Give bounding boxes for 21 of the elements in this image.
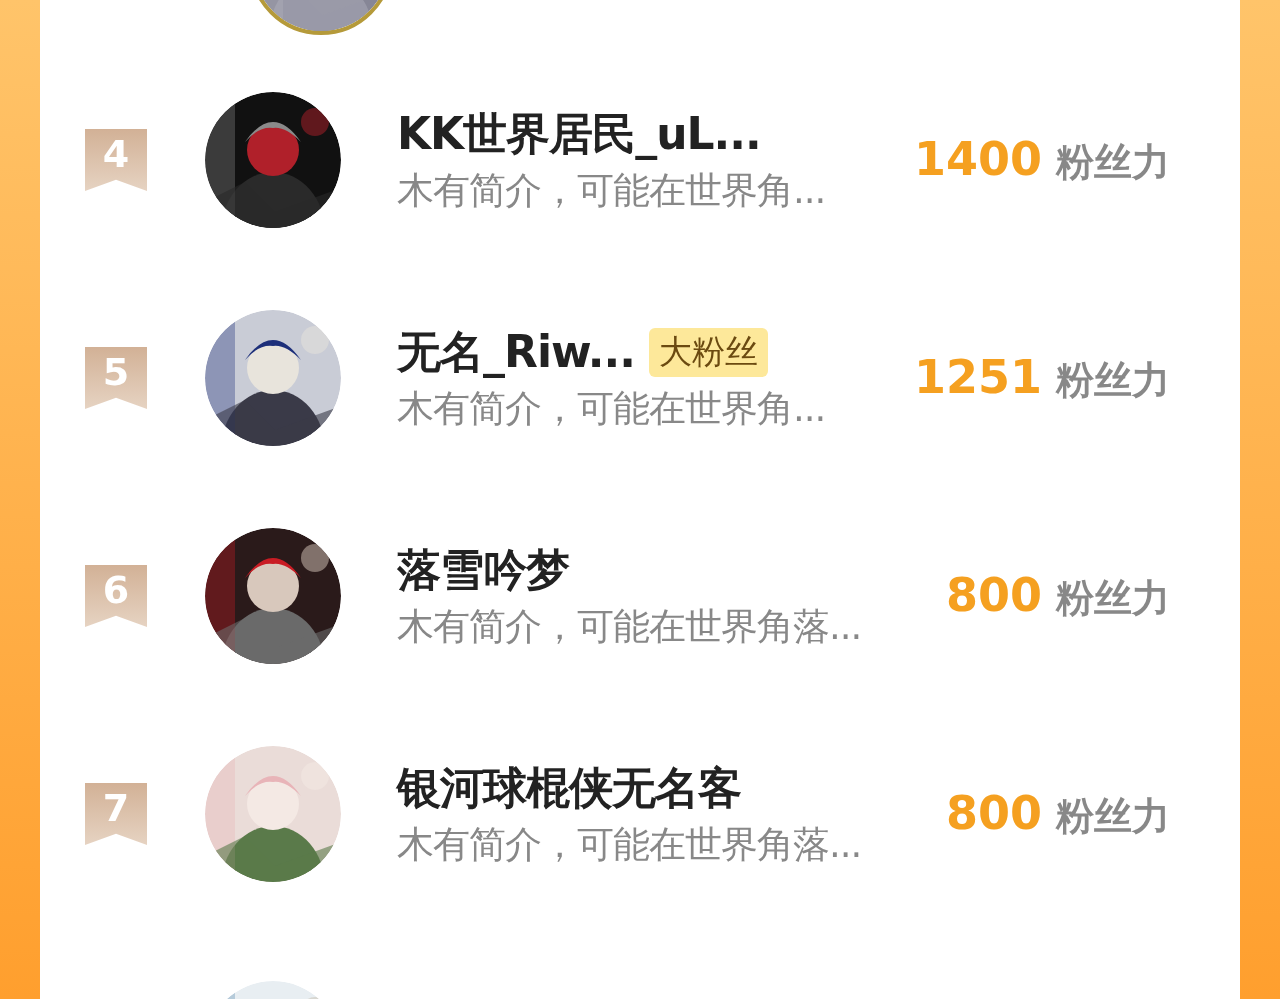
fan-score: 800 <box>945 568 1042 622</box>
score-unit: 粉丝力 <box>1056 575 1170 622</box>
fan-badge: 大粉丝 <box>648 327 768 377</box>
score-unit: 粉丝力 <box>1056 793 1170 840</box>
user-name[interactable]: 无名_Riw... <box>397 322 635 382</box>
user-name[interactable]: KK世界居民_uL... <box>397 104 761 164</box>
user-bio: 木有简介，可能在世界角落... <box>397 821 863 868</box>
fan-score: 800 <box>945 786 1042 840</box>
user-bio: 木有简介，可能在世界角... <box>397 385 827 432</box>
score-unit: 粉丝力 <box>1056 139 1170 186</box>
rank-ribbon: 5 <box>85 347 147 409</box>
user-name[interactable]: 落雪吟梦 <box>397 540 569 600</box>
user-name[interactable]: 银河球棍侠无名客 <box>397 758 741 818</box>
rank-ribbon: 7 <box>85 783 147 845</box>
score-unit: 粉丝力 <box>1056 357 1170 404</box>
user-bio: 木有简介，可能在世界角落... <box>397 603 863 650</box>
fan-score: 1251 <box>913 350 1042 404</box>
fan-score: 1400 <box>913 132 1042 186</box>
rank-ribbon: 4 <box>85 129 147 191</box>
user-bio: 木有简介，可能在世界角... <box>397 167 827 214</box>
rank-ribbon: 6 <box>85 565 147 627</box>
